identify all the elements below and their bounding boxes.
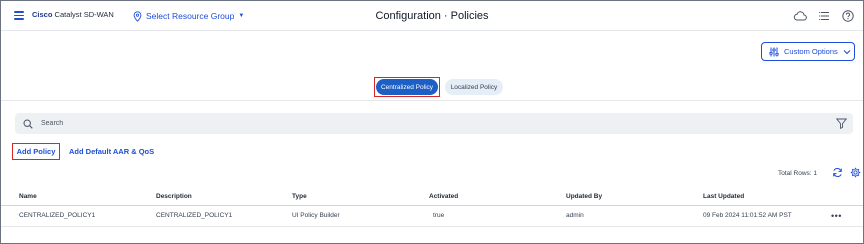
column-header-activated[interactable]: Activated: [429, 193, 458, 200]
total-rows: Total Rows: 1: [778, 170, 818, 177]
tab-centralized-highlight: Centralized Policy: [374, 77, 440, 97]
cell-last-updated: 09 Feb 2024 11:01:52 AM PST: [703, 212, 792, 219]
table-header-row: Name Description Type Activated Updated …: [1, 188, 863, 206]
sliders-icon: [769, 47, 779, 56]
column-header-name[interactable]: Name: [19, 193, 37, 200]
more-icon[interactable]: •••: [831, 211, 842, 221]
cell-name: CENTRALIZED_POLICY1: [19, 212, 96, 219]
help-icon[interactable]: [841, 9, 855, 23]
column-header-description[interactable]: Description: [156, 193, 192, 200]
filter-icon[interactable]: [836, 118, 847, 129]
column-header-type[interactable]: Type: [292, 193, 307, 200]
search-bar: [15, 113, 853, 134]
chevron-down-icon: [843, 49, 851, 54]
column-header-last-updated[interactable]: Last Updated: [703, 193, 744, 200]
add-default-aar-qos-button[interactable]: Add Default AAR & QoS: [69, 147, 154, 156]
page-title: Configuration · Policies: [375, 10, 489, 22]
cell-type: UI Policy Builder: [292, 212, 340, 219]
cell-updated-by: admin: [566, 212, 584, 219]
tab-centralized-policy[interactable]: Centralized Policy: [376, 79, 438, 95]
cloud-icon[interactable]: [793, 9, 807, 23]
custom-options-button[interactable]: Custom Options: [761, 42, 855, 61]
search-icon: [23, 118, 33, 129]
settings-icon[interactable]: [850, 167, 861, 178]
divider: [1, 100, 863, 101]
search-input[interactable]: [41, 120, 801, 127]
cell-activated: true: [433, 212, 445, 219]
cell-description: CENTRALIZED_POLICY1: [156, 212, 233, 219]
column-header-updated-by[interactable]: Updated By: [566, 193, 602, 200]
header-icons: [793, 9, 855, 23]
table-row[interactable]: CENTRALIZED_POLICY1 CENTRALIZED_POLICY1 …: [1, 207, 863, 227]
custom-options-label: Custom Options: [784, 47, 838, 56]
refresh-icon[interactable]: [832, 167, 843, 178]
list-icon[interactable]: [817, 9, 831, 23]
tab-localized-policy[interactable]: Localized Policy: [445, 79, 503, 95]
top-header: Cisco Catalyst SD-WAN Select Resource Gr…: [1, 1, 863, 31]
add-policy-button[interactable]: Add Policy: [12, 143, 60, 160]
policy-tabs: Centralized Policy Localized Policy: [374, 77, 503, 97]
